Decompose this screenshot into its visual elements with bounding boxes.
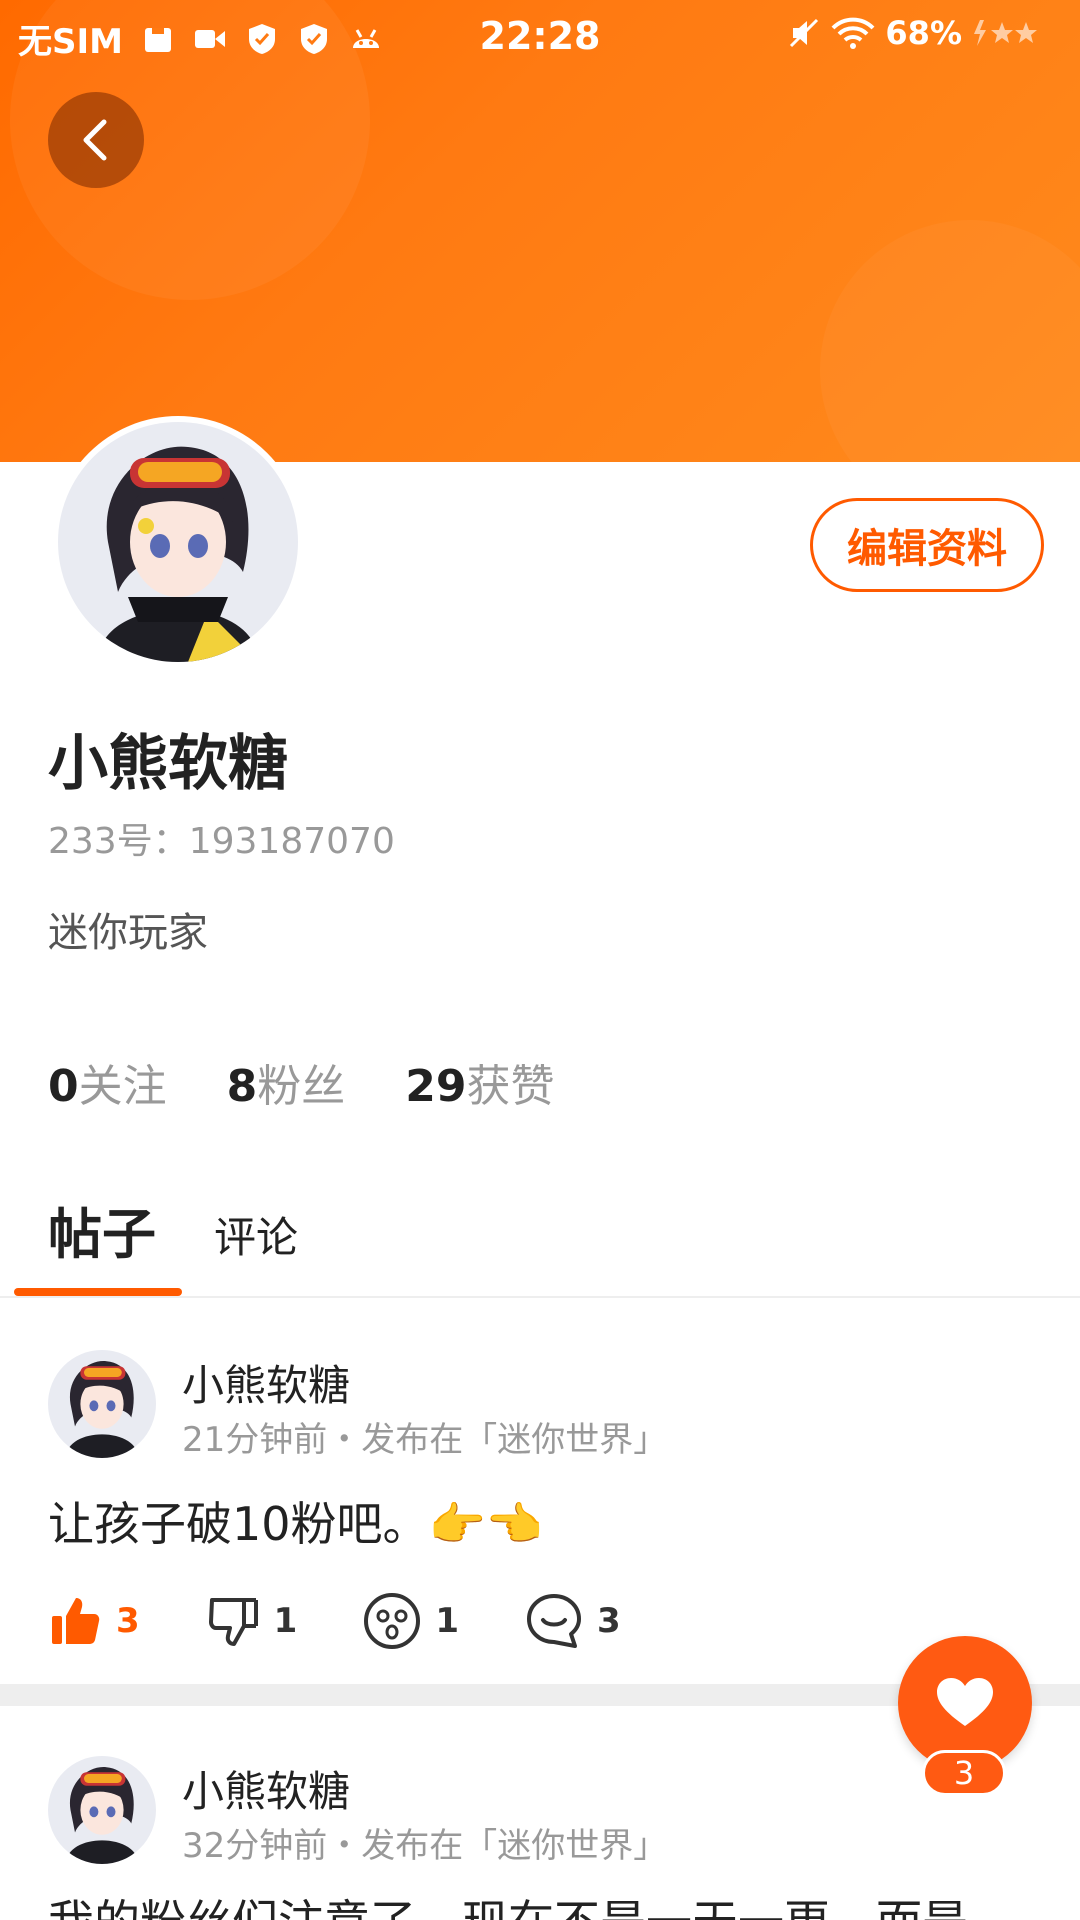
charging-stars-icon	[974, 20, 1037, 46]
stat-number: 0	[48, 1061, 79, 1112]
anime-avatar-image	[58, 422, 298, 662]
profile-stats: 0关注 8粉丝 29获赞	[48, 1050, 554, 1114]
comment-count: 3	[597, 1601, 621, 1641]
profile-bio: 迷你玩家	[48, 910, 208, 956]
thumbs-up-icon	[52, 1598, 100, 1644]
tab-comments[interactable]: 评论	[214, 1204, 298, 1265]
heart-icon	[937, 1678, 993, 1726]
profile-tabs: 帖子 评论	[0, 1190, 1080, 1298]
like-count: 3	[116, 1601, 140, 1641]
tab-posts[interactable]: 帖子	[48, 1190, 156, 1269]
reaction-count: 1	[435, 1601, 460, 1641]
post-actions: 3 1 1 3	[48, 1592, 687, 1650]
post-avatar[interactable]	[48, 1756, 156, 1864]
tab-indicator	[14, 1288, 182, 1296]
battery-percent: 68%	[885, 14, 962, 52]
like-button[interactable]: 3	[48, 1594, 140, 1648]
surprised-face-icon	[364, 1593, 421, 1649]
reaction-button[interactable]: 1	[363, 1592, 459, 1650]
mute-icon	[790, 18, 819, 48]
comment-bubble-icon	[527, 1594, 582, 1648]
stat-label: 粉丝	[257, 1061, 346, 1112]
stat-number: 29	[405, 1061, 467, 1112]
profile-uid: 233号：193187070	[48, 821, 395, 862]
profile-name: 小熊软糖	[48, 729, 288, 799]
post-avatar[interactable]	[48, 1350, 156, 1458]
wifi-icon	[831, 17, 875, 49]
post-meta: 21分钟前・发布在「迷你世界」	[182, 1420, 668, 1460]
post-author[interactable]: 小熊软糖	[182, 1352, 350, 1413]
stat-fans[interactable]: 8粉丝	[227, 1050, 346, 1114]
floating-like-count: 3	[922, 1750, 1006, 1796]
stat-label: 关注	[78, 1061, 167, 1112]
anime-avatar-image	[48, 1350, 156, 1458]
edit-profile-button[interactable]: 编辑资料	[810, 498, 1044, 592]
stat-following[interactable]: 0关注	[48, 1050, 167, 1114]
banner-decoration	[820, 220, 1080, 462]
thumbs-down-icon	[208, 1598, 258, 1646]
dislike-count: 1	[273, 1601, 298, 1641]
post-text: 我的粉丝们注意了，现在不是一天一更，而是	[48, 1886, 968, 1920]
profile-avatar[interactable]	[52, 416, 304, 668]
stat-label: 获赞	[466, 1061, 555, 1112]
post-author[interactable]: 小熊软糖	[182, 1758, 350, 1819]
status-bar: 无SIM 22:28 68%	[0, 0, 1080, 70]
stat-likes[interactable]: 29获赞	[405, 1050, 554, 1114]
post-text: 让孩子破10粉吧。👉👈	[48, 1497, 544, 1551]
post-meta: 32分钟前・发布在「迷你世界」	[182, 1826, 668, 1866]
chevron-left-icon	[83, 119, 107, 161]
anime-avatar-image	[48, 1756, 156, 1864]
comment-button[interactable]: 3	[525, 1592, 621, 1650]
stat-number: 8	[226, 1061, 258, 1112]
dislike-button[interactable]: 1	[206, 1594, 298, 1648]
back-button[interactable]	[48, 92, 144, 188]
